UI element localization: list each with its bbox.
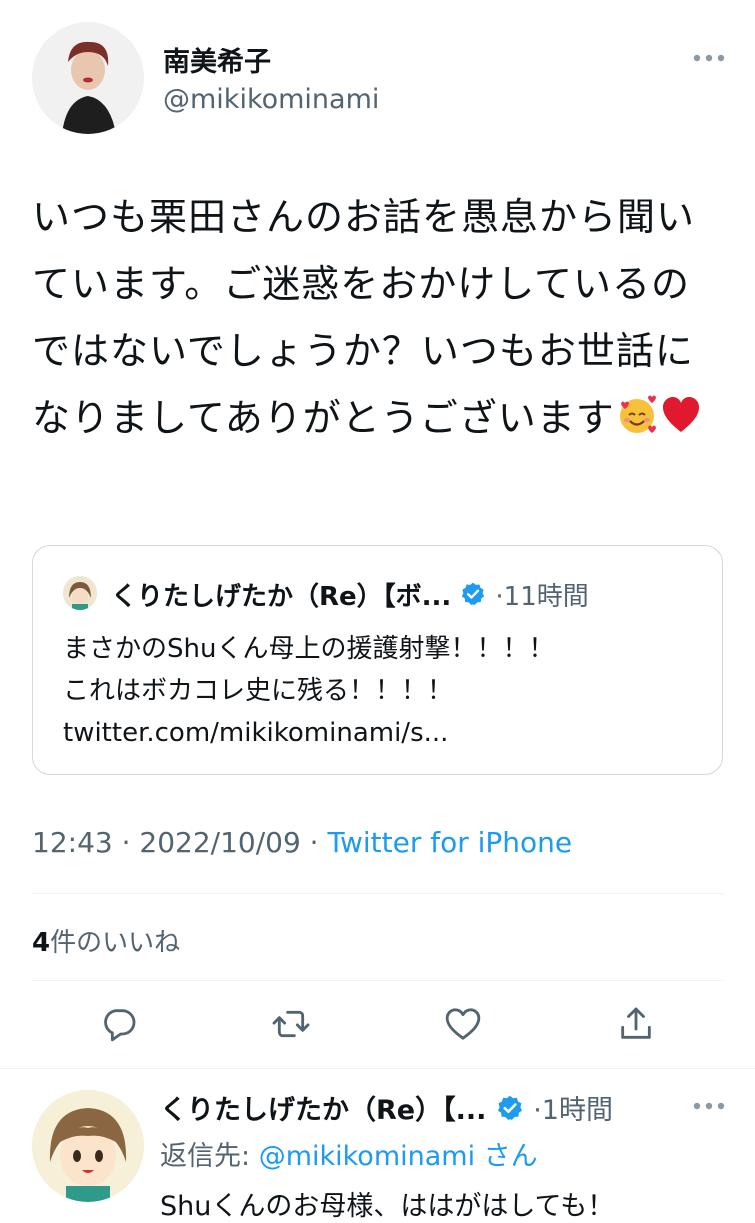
- reply-icon[interactable]: [99, 1004, 139, 1044]
- quoted-author-avatar: [63, 576, 97, 610]
- reply-author-avatar[interactable]: [32, 1090, 144, 1202]
- red-heart-icon: [659, 391, 703, 458]
- verified-badge-icon: [496, 1094, 524, 1129]
- heart-icon[interactable]: [443, 1004, 483, 1044]
- share-icon[interactable]: [616, 1004, 656, 1044]
- likes-label: 件のいいね: [50, 928, 181, 958]
- tweet-text-body: いつも栗田さんのお話を愚息から聞いています。ご迷惑をおかけしているのではないでし…: [32, 195, 696, 440]
- reply-to-line: 返信先: @mikikominami さん: [160, 1134, 538, 1173]
- tweet-timestamp: 12:43 · 2022/10/09 ·: [32, 826, 328, 859]
- likes-count-link[interactable]: 4件のいいね: [32, 922, 180, 959]
- author-handle[interactable]: @mikikominami: [163, 84, 379, 115]
- quoted-line: これはボカコレ史に残る！！！！: [63, 676, 454, 706]
- quoted-time: ·11時間: [495, 582, 589, 612]
- reply-to-suffix: さん: [475, 1141, 538, 1172]
- reply-to-prefix: 返信先:: [160, 1141, 259, 1172]
- author-display-name[interactable]: 南美希子: [163, 40, 271, 79]
- verified-badge-icon: [460, 581, 486, 614]
- quoted-author-display-name: くりたしげたか（Re）【ボ...: [111, 582, 452, 612]
- reply-text-partial: Shuくんのお母様、ははがはしても！: [160, 1191, 615, 1222]
- divider: [32, 893, 723, 894]
- reply-to-mention[interactable]: @mikikominami: [259, 1141, 475, 1172]
- more-dots-icon[interactable]: [692, 50, 726, 66]
- reply-author-display-name[interactable]: くりたしげたか（Re）【...: [160, 1095, 486, 1126]
- quoted-author-name: くりたしげたか（Re）【ボ... ·11時間: [111, 576, 589, 614]
- tweet-text: いつも栗田さんのお話を愚息から聞いています。ご迷惑をおかけしているのではないでし…: [32, 184, 722, 458]
- tweet-meta: 12:43 · 2022/10/09 · Twitter for iPhone: [32, 826, 572, 859]
- reply-author-name: くりたしげたか（Re）【... ·1時間: [160, 1088, 613, 1129]
- quoted-link: twitter.com/mikikominami/s...: [63, 718, 449, 748]
- author-avatar[interactable]: [32, 22, 144, 134]
- retweet-icon[interactable]: [271, 1004, 311, 1044]
- likes-count: 4: [32, 928, 51, 958]
- divider: [32, 980, 723, 981]
- reply-time: ·1時間: [533, 1095, 613, 1126]
- quoted-tweet-card[interactable]: くりたしげたか（Re）【ボ... ·11時間 まさかのShuくん母上の援護射撃！…: [32, 545, 723, 775]
- divider: [0, 1068, 755, 1069]
- quoted-tweet-text: まさかのShuくん母上の援護射撃！！！！ これはボカコレ史に残る！！！！ twi…: [63, 628, 703, 754]
- more-dots-icon[interactable]: [692, 1098, 726, 1114]
- quoted-line: まさかのShuくん母上の援護射撃！！！！: [63, 634, 555, 664]
- tweet-source-link[interactable]: Twitter for iPhone: [327, 826, 572, 859]
- smiling-face-with-hearts-icon: [615, 391, 659, 458]
